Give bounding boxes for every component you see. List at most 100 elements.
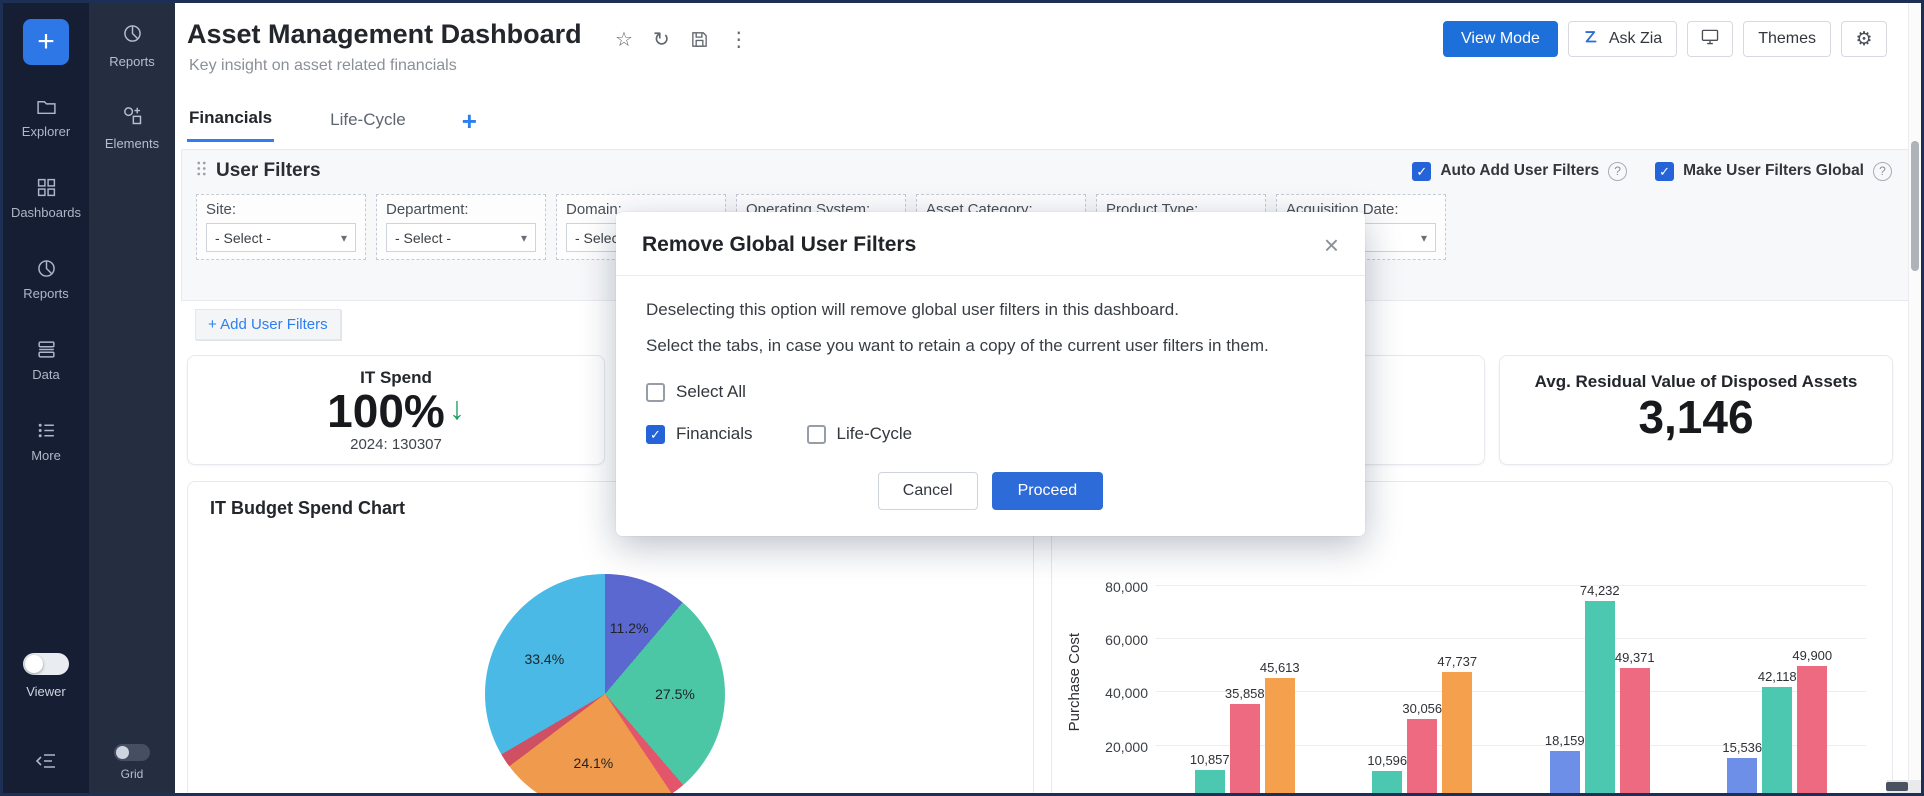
favorite-star-icon[interactable]: ☆ xyxy=(615,27,633,52)
bar[interactable]: 45,613 xyxy=(1265,678,1295,796)
add-user-filters-button[interactable]: + Add User Filters xyxy=(195,309,341,340)
bar[interactable]: 30,056 xyxy=(1407,719,1437,796)
filter-select-site[interactable]: - Select -▾ xyxy=(206,223,356,252)
sidebar-item-reports[interactable]: Reports xyxy=(3,239,89,320)
proceed-button[interactable]: Proceed xyxy=(992,472,1104,510)
checkbox-checked-icon[interactable]: ✓ xyxy=(1412,162,1431,181)
sidebar-item-label: Dashboards xyxy=(11,205,81,220)
collapse-sidebar-button[interactable] xyxy=(3,752,89,775)
bar[interactable]: 10,596 xyxy=(1372,771,1402,796)
filter-select-department[interactable]: - Select -▾ xyxy=(386,223,536,252)
title-actions: ☆ ↻ ⋮ xyxy=(615,27,749,52)
bar[interactable]: 15,536 xyxy=(1727,758,1757,796)
kpi-value: 3,146 xyxy=(1638,394,1753,441)
close-icon[interactable]: × xyxy=(1324,232,1339,258)
select-all-checkbox[interactable]: Select All xyxy=(646,382,1335,402)
create-new-button[interactable]: + xyxy=(23,19,69,65)
bar-group: 10,85735,85845,613 xyxy=(1195,678,1295,796)
dashboards-icon xyxy=(36,177,57,198)
bar-value-label: 10,857 xyxy=(1190,752,1230,767)
chevron-down-icon: ▾ xyxy=(1421,231,1427,245)
bar[interactable]: 42,118 xyxy=(1762,687,1792,796)
elements-icon xyxy=(122,105,143,129)
checkbox-checked-icon[interactable]: ✓ xyxy=(1655,162,1674,181)
collapse-icon xyxy=(35,752,57,775)
sidebar-item-more[interactable]: More xyxy=(3,401,89,482)
chevron-down-icon: ▾ xyxy=(521,231,527,245)
checkbox-unchecked-icon[interactable] xyxy=(646,383,665,402)
bar[interactable]: 10,857 xyxy=(1195,770,1225,796)
grid-toggle[interactable] xyxy=(114,744,150,761)
gear-icon: ⚙ xyxy=(1855,28,1872,51)
make-user-filters-global-checkbox[interactable]: ✓ Make User Filters Global ? xyxy=(1655,162,1892,181)
drag-handle-icon[interactable] xyxy=(196,160,207,182)
bar[interactable]: 74,232 xyxy=(1585,601,1615,796)
bar-value-label: 15,536 xyxy=(1722,740,1762,755)
kpi-card-avg-residual[interactable]: Avg. Residual Value of Disposed Assets 3… xyxy=(1499,355,1893,465)
app-root: + Explorer Dashboards Reports Data More View… xyxy=(0,0,1924,796)
tab-life-cycle[interactable]: Life-Cycle xyxy=(328,101,408,141)
pie-slice-label: 27.5% xyxy=(655,686,695,702)
checkbox-checked-icon[interactable]: ✓ xyxy=(646,425,665,444)
sidebar-item-label: Data xyxy=(32,367,59,382)
modal-option-life-cycle[interactable]: Life-Cycle xyxy=(807,424,913,444)
vertical-scrollbar[interactable] xyxy=(1908,3,1921,793)
add-tab-button[interactable]: + xyxy=(462,108,477,134)
themes-button[interactable]: Themes xyxy=(1743,21,1831,57)
sidebar-item-reports-panel[interactable]: Reports xyxy=(89,3,175,85)
bar-value-label: 18,159 xyxy=(1545,733,1585,748)
tab-financials[interactable]: Financials xyxy=(187,99,274,142)
bar[interactable]: 47,737 xyxy=(1442,672,1472,796)
more-icon xyxy=(36,420,57,441)
ask-zia-button[interactable]: Ask Zia xyxy=(1568,21,1677,57)
horizontal-scrollbar-thumb[interactable] xyxy=(1886,782,1908,791)
view-mode-button[interactable]: View Mode xyxy=(1443,21,1558,57)
cancel-button[interactable]: Cancel xyxy=(878,472,978,510)
data-icon xyxy=(36,339,57,360)
explorer-icon xyxy=(36,96,57,117)
bar[interactable]: 49,371 xyxy=(1620,668,1650,796)
kpi-card-it-spend[interactable]: IT Spend 100% ↓ 2024: 130307 xyxy=(187,355,605,465)
sidebar-item-explorer[interactable]: Explorer xyxy=(3,77,89,158)
checkbox-unchecked-icon[interactable] xyxy=(807,425,826,444)
remove-global-user-filters-modal: Remove Global User Filters × Deselecting… xyxy=(616,212,1365,536)
y-tick-label: 40,000 xyxy=(1105,685,1148,701)
bar-value-label: 42,118 xyxy=(1758,669,1797,684)
y-tick-label: 60,000 xyxy=(1105,632,1148,648)
modal-option-financials[interactable]: ✓Financials xyxy=(646,424,753,444)
help-icon[interactable]: ? xyxy=(1873,162,1892,181)
y-axis-ticks: 20,000 40,000 60,000 80,000 xyxy=(1086,559,1148,796)
filter-label: Department: xyxy=(386,201,536,218)
help-icon[interactable]: ? xyxy=(1608,162,1627,181)
kpi-value: 100% xyxy=(327,388,445,435)
save-icon[interactable] xyxy=(690,30,709,49)
sidebar-item-label: Explorer xyxy=(22,124,70,139)
sidebar-item-dashboards[interactable]: Dashboards xyxy=(3,158,89,239)
sidebar-item-label: Reports xyxy=(23,286,69,301)
page-subtitle: Key insight on asset related financials xyxy=(189,57,457,75)
settings-button[interactable]: ⚙ xyxy=(1841,21,1887,57)
y-tick-label: 80,000 xyxy=(1105,579,1148,595)
reports-icon xyxy=(36,258,57,279)
pie-slice-label: 33.4% xyxy=(524,651,564,667)
refresh-icon[interactable]: ↻ xyxy=(653,27,670,52)
bar[interactable]: 18,159 xyxy=(1550,751,1580,796)
bar[interactable]: 35,858 xyxy=(1230,704,1260,796)
header-actions: View Mode Ask Zia Themes ⚙ xyxy=(1443,21,1887,57)
more-options-kebab-icon[interactable]: ⋮ xyxy=(729,27,749,52)
viewer-toggle[interactable] xyxy=(23,653,69,675)
bar-group: 15,53642,11849,900 xyxy=(1727,666,1827,796)
page-title: Asset Management Dashboard xyxy=(187,19,582,50)
sidebar-item-data[interactable]: Data xyxy=(3,320,89,401)
auto-add-user-filters-checkbox[interactable]: ✓ Auto Add User Filters ? xyxy=(1412,162,1627,181)
user-filters-title: User Filters xyxy=(216,160,321,182)
y-axis-label: Purchase Cost xyxy=(1066,633,1083,731)
presentation-mode-button[interactable] xyxy=(1687,21,1733,57)
toggle-knob xyxy=(25,655,43,673)
bar[interactable]: 49,900 xyxy=(1797,666,1827,796)
pie-chart[interactable]: 11.2%27.5%24.1%33.4% xyxy=(485,574,725,796)
scrollbar-thumb[interactable] xyxy=(1911,141,1919,271)
grid-toggle-group: Grid xyxy=(89,744,175,781)
sidebar-item-elements[interactable]: Elements xyxy=(89,85,175,167)
y-tick-label: 20,000 xyxy=(1105,739,1148,755)
